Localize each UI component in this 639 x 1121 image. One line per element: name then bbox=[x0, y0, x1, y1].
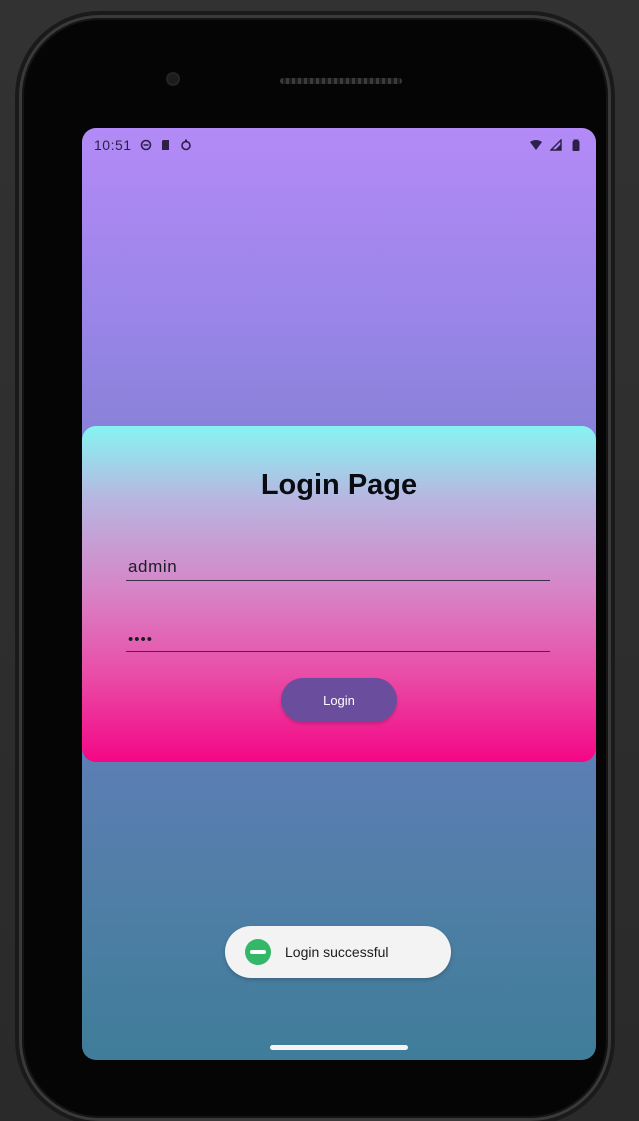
status-right bbox=[530, 139, 582, 151]
front-camera bbox=[168, 74, 178, 84]
password-field[interactable]: •••• bbox=[126, 619, 550, 652]
do-not-disturb-icon bbox=[140, 139, 152, 151]
battery-icon bbox=[570, 139, 582, 151]
page-title: Login Page bbox=[260, 469, 418, 501]
emulator-stage: 10:51 Login Page admin •••• Login Login … bbox=[0, 0, 639, 1121]
home-indicator[interactable] bbox=[270, 1045, 408, 1050]
app-icon bbox=[245, 939, 271, 965]
sd-card-icon bbox=[160, 139, 172, 151]
username-field[interactable]: admin bbox=[126, 548, 550, 581]
earpiece-speaker bbox=[280, 78, 402, 84]
cell-signal-icon bbox=[550, 139, 562, 151]
password-value: •••• bbox=[128, 631, 154, 648]
app-screen: 10:51 Login Page admin •••• Login Login … bbox=[82, 128, 596, 1060]
login-button[interactable]: Login bbox=[281, 678, 397, 722]
username-value: admin bbox=[128, 557, 178, 576]
status-time: 10:51 bbox=[94, 137, 132, 153]
toast-message: Login successful bbox=[225, 926, 451, 978]
phone-frame: 10:51 Login Page admin •••• Login Login … bbox=[22, 18, 608, 1118]
wifi-icon bbox=[530, 139, 542, 151]
sync-icon bbox=[180, 139, 192, 151]
status-left: 10:51 bbox=[94, 137, 192, 153]
toast-text: Login successful bbox=[285, 944, 389, 960]
login-card: Login Page admin •••• Login bbox=[82, 426, 596, 762]
status-bar: 10:51 bbox=[82, 128, 596, 162]
